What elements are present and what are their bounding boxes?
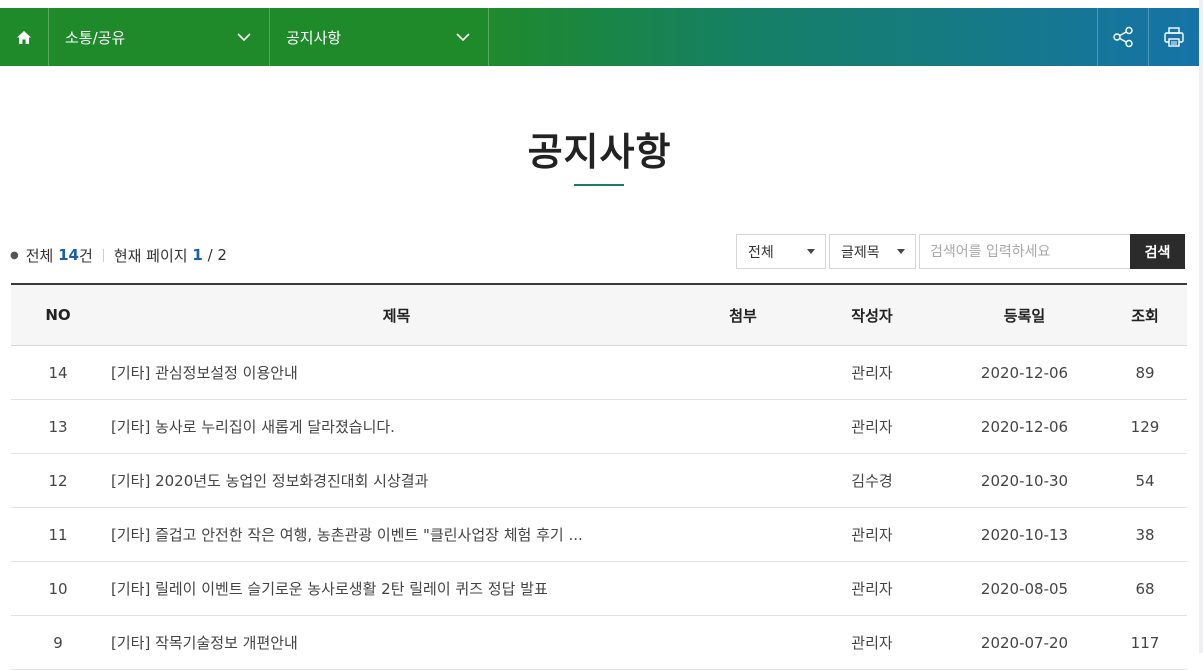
table-row: 9 [기타] 작목기술정보 개편안내 관리자 2020-07-20 117 — [11, 615, 1187, 670]
caret-down-icon — [807, 249, 815, 254]
field-select[interactable]: 글제목 — [829, 234, 916, 269]
row-no: 10 — [11, 561, 105, 616]
table-row: 10 [기타] 릴레이 이벤트 슬기로운 농사로생활 2탄 릴레이 퀴즈 정답 … — [11, 561, 1187, 616]
row-attachment — [688, 615, 798, 670]
category-select[interactable]: 전체 — [736, 234, 826, 269]
page-separator: / — [202, 246, 218, 264]
header-no: NO — [11, 284, 105, 346]
row-author: 관리자 — [798, 399, 946, 454]
scrollbar-track[interactable] — [1199, 0, 1203, 653]
row-attachment — [688, 561, 798, 616]
page-label: 현재 페이지 — [113, 246, 188, 265]
header-attachment: 첨부 — [688, 284, 798, 346]
search-area: 전체 글제목 검색 — [736, 234, 1185, 269]
search-button[interactable]: 검색 — [1130, 234, 1185, 269]
row-title-cell: [기타] 관심정보설정 이용안내 — [105, 345, 688, 400]
print-button[interactable] — [1148, 8, 1199, 66]
breadcrumb-category-dropdown[interactable]: 소통/공유 — [49, 8, 270, 66]
field-select-value: 글제목 — [841, 244, 880, 261]
total-pages: 2 — [217, 246, 227, 264]
header-author: 작성자 — [798, 284, 946, 346]
table-row: 11 [기타] 즐겁고 안전한 작은 여행, 농촌관광 이벤트 "클린사업장 체… — [11, 507, 1187, 562]
bullet-icon: ● — [10, 249, 19, 261]
page-title: 공지사항 — [527, 130, 672, 174]
row-attachment — [688, 507, 798, 562]
row-no: 14 — [11, 345, 105, 400]
row-title-cell: [기타] 즐겁고 안전한 작은 여행, 농촌관광 이벤트 "클린사업장 체험 후… — [105, 507, 688, 562]
chevron-down-icon — [237, 33, 251, 41]
header-views: 조회 — [1103, 284, 1187, 346]
row-title-link[interactable]: [기타] 릴레이 이벤트 슬기로운 농사로생활 2탄 릴레이 퀴즈 정답 발표 — [111, 580, 548, 598]
notice-table: NO 제목 첨부 작성자 등록일 조회 14 [기타] 관심정보설정 이용안내 … — [11, 283, 1187, 670]
share-icon — [1113, 26, 1133, 48]
row-title-link[interactable]: [기타] 관심정보설정 이용안내 — [111, 364, 298, 382]
row-title-cell: [기타] 농사로 누리집이 새롭게 달라졌습니다. — [105, 399, 688, 454]
top-navigation-bar: 소통/공유 공지사항 — [0, 8, 1199, 66]
row-no: 9 — [11, 615, 105, 670]
chevron-down-icon — [456, 33, 470, 41]
breadcrumb-page-dropdown[interactable]: 공지사항 — [270, 8, 489, 66]
breadcrumb-page-label: 공지사항 — [286, 28, 342, 47]
caret-down-icon — [897, 249, 905, 254]
row-attachment — [688, 453, 798, 508]
row-attachment — [688, 345, 798, 400]
row-title-cell: [기타] 릴레이 이벤트 슬기로운 농사로생활 2탄 릴레이 퀴즈 정답 발표 — [105, 561, 688, 616]
row-no: 11 — [11, 507, 105, 562]
row-date: 2020-12-06 — [946, 399, 1103, 454]
home-button[interactable] — [0, 8, 49, 66]
row-author: 관리자 — [798, 561, 946, 616]
category-select-value: 전체 — [748, 244, 774, 261]
title-underline — [574, 184, 624, 186]
share-button[interactable] — [1097, 8, 1148, 66]
table-row: 13 [기타] 농사로 누리집이 새롭게 달라졌습니다. 관리자 2020-12… — [11, 399, 1187, 454]
summary-divider — [102, 248, 104, 262]
row-title-cell: [기타] 2020년도 농업인 정보화경진대회 시상결과 — [105, 453, 688, 508]
row-views: 89 — [1103, 345, 1187, 400]
row-views: 117 — [1103, 615, 1187, 670]
list-summary: ● 전체 14 건 현재 페이지 1 / 2 — [10, 244, 227, 266]
search-input[interactable] — [919, 234, 1130, 269]
row-views: 68 — [1103, 561, 1187, 616]
breadcrumb-category-label: 소통/공유 — [65, 28, 126, 47]
header-title: 제목 — [105, 284, 688, 346]
current-page: 1 — [192, 246, 203, 264]
total-label: 전체 — [25, 246, 54, 265]
home-icon — [17, 30, 31, 44]
row-author: 관리자 — [798, 345, 946, 400]
row-date: 2020-08-05 — [946, 561, 1103, 616]
row-views: 38 — [1103, 507, 1187, 562]
row-title-link[interactable]: [기타] 2020년도 농업인 정보화경진대회 시상결과 — [111, 472, 428, 490]
row-views: 129 — [1103, 399, 1187, 454]
total-count: 14 — [58, 246, 79, 264]
table-header-row: NO 제목 첨부 작성자 등록일 조회 — [11, 284, 1187, 346]
table-row: 12 [기타] 2020년도 농업인 정보화경진대회 시상결과 김수경 2020… — [11, 453, 1187, 508]
total-unit: 건 — [79, 246, 93, 265]
row-date: 2020-12-06 — [946, 345, 1103, 400]
row-date: 2020-07-20 — [946, 615, 1103, 670]
table-row: 14 [기타] 관심정보설정 이용안내 관리자 2020-12-06 89 — [11, 345, 1187, 400]
row-title-link[interactable]: [기타] 작목기술정보 개편안내 — [111, 634, 298, 652]
row-author: 관리자 — [798, 507, 946, 562]
row-date: 2020-10-30 — [946, 453, 1103, 508]
row-attachment — [688, 399, 798, 454]
header-date: 등록일 — [946, 284, 1103, 346]
row-author: 김수경 — [798, 453, 946, 508]
row-title-link[interactable]: [기타] 농사로 누리집이 새롭게 달라졌습니다. — [111, 418, 395, 436]
row-title-cell: [기타] 작목기술정보 개편안내 — [105, 615, 688, 670]
print-icon — [1164, 27, 1184, 47]
row-title-link[interactable]: [기타] 즐겁고 안전한 작은 여행, 농촌관광 이벤트 "클린사업장 체험 후… — [111, 526, 583, 544]
row-no: 13 — [11, 399, 105, 454]
row-author: 관리자 — [798, 615, 946, 670]
row-views: 54 — [1103, 453, 1187, 508]
row-date: 2020-10-13 — [946, 507, 1103, 562]
row-no: 12 — [11, 453, 105, 508]
